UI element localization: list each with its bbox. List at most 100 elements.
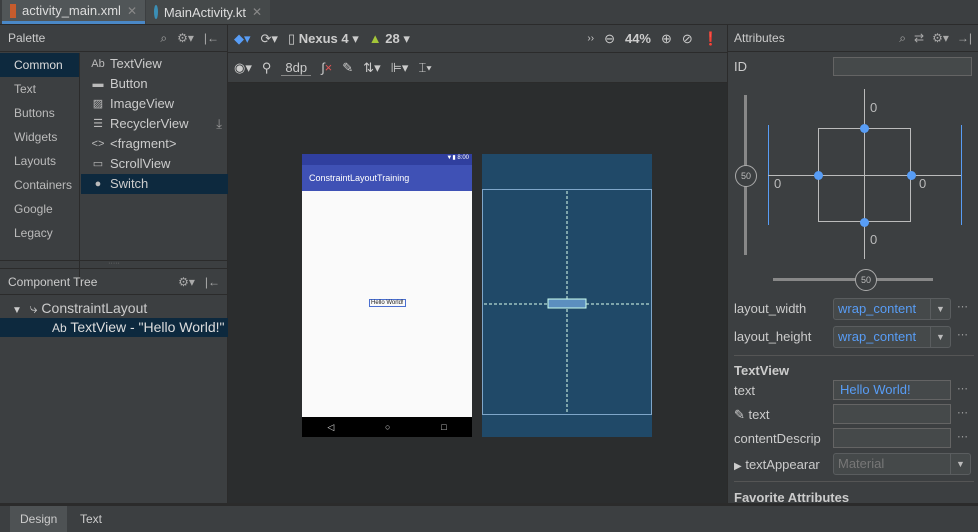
palette-item-scrollview[interactable]: ▭ ScrollView [81,154,228,174]
orientation-icon[interactable]: ⟳▾ [261,31,278,47]
content-description-label: contentDescrip [734,431,821,446]
item-label: ImageView [110,96,175,111]
blueprint-preview [482,154,652,437]
palette-categories: Common Text Buttons Widgets Layouts Cont… [0,53,80,287]
bottom-constraint-handle[interactable] [860,218,869,227]
infer-constraints-icon[interactable]: ✎ [342,60,353,76]
clear-constraints-icon[interactable]: ∫× [321,60,332,75]
search-icon[interactable]: ⌕ [899,31,906,46]
palette-header: Palette ⌕ ⚙▾ |← [0,25,227,52]
top-constraint-handle[interactable] [860,124,869,133]
layout-width-select[interactable]: wrap_content ▼ [833,298,951,320]
more-icon[interactable]: ⋯ [957,430,968,443]
swap-icon[interactable]: ⇄ [914,31,924,46]
nav-bar: ◁ ○ □ [302,417,472,437]
default-margin[interactable]: 8dp [281,60,312,76]
text-input[interactable]: Hello World! [833,380,951,400]
category-layouts[interactable]: Layouts [0,149,79,173]
hide-icon[interactable]: →| [957,31,972,46]
tree-node-label: ConstraintLayout [41,300,148,316]
gear-icon[interactable]: ⚙▾ [932,31,949,46]
layout-height-select[interactable]: wrap_content ▼ [833,326,951,348]
right-constraint-handle[interactable] [907,171,916,180]
category-containers[interactable]: Containers [0,173,79,197]
item-label: <fragment> [110,136,177,151]
phone-preview: ▼▮ 8:00 ConstraintLayoutTraining Hello W… [302,154,472,437]
text-appearance-select[interactable]: Material ▼ [833,453,971,475]
guidelines-icon[interactable]: ⌶▾ [418,60,431,76]
layers-icon[interactable]: ◆▾ [234,31,251,47]
zoom-out-icon[interactable]: ⊖ [604,31,615,47]
more-icon[interactable]: ⋯ [957,406,968,419]
collapse-icon[interactable]: |← [204,31,219,46]
horizontal-bias-handle[interactable]: 50 [855,269,877,291]
layout-height-label: layout_height [734,329,812,344]
margin-left[interactable]: 0 [774,176,781,191]
horizontal-bias-slider[interactable] [773,278,933,281]
category-legacy[interactable]: Legacy [0,221,79,245]
collapse-icon[interactable]: |← [205,275,220,289]
button-icon: ▬ [92,78,104,90]
align-icon[interactable]: ⊫▾ [391,60,409,76]
palette-item-textview[interactable]: Ab TextView [81,54,228,74]
palette-item-imageview[interactable]: ▨ ImageView [81,94,228,114]
expand-arrow-icon[interactable]: ▶ [734,461,742,472]
palette-item-button[interactable]: ▬ Button [81,74,228,94]
image-icon: ▨ [92,98,104,110]
margin-right[interactable]: 0 [919,176,926,191]
download-icon[interactable]: ⤓ [216,114,222,134]
category-text[interactable]: Text [0,77,79,101]
zoom-level: 44% [624,31,651,46]
category-buttons[interactable]: Buttons [0,101,79,125]
tools-text-input[interactable] [833,404,951,424]
zoom-in-icon[interactable]: ⊕ [661,31,672,47]
splitter-handle[interactable]: ····· [0,260,228,268]
api-selector[interactable]: ▲ 28 ▾ [369,31,410,47]
margin-top[interactable]: 0 [870,100,877,115]
margin-bottom[interactable]: 0 [870,232,877,247]
close-icon[interactable]: ✕ [252,5,262,19]
palette-item-recyclerview[interactable]: ☰ RecyclerView ⤓ [81,114,228,134]
textview-icon: Ab [91,58,105,70]
list-icon: ☰ [93,118,103,130]
more-icon[interactable]: ⋯ [957,382,968,395]
tab-activity-main-xml[interactable]: activity_main.xml ✕ [2,0,145,24]
vertical-bias-handle[interactable]: 50 [735,165,757,187]
autoconnect-icon[interactable]: ⚲ [262,60,272,76]
eye-icon[interactable]: ◉▾ [234,60,252,76]
palette-item-fragment[interactable]: <> <fragment> [81,134,228,154]
device-selector[interactable]: ▯ Nexus 4 ▾ [288,31,359,47]
tab-text[interactable]: Text [70,506,112,532]
tree-node-textview[interactable]: Ab TextView - "Hello World!" [0,318,228,337]
expand-arrow-icon[interactable]: ▼ [12,305,22,316]
warning-icon[interactable]: ❗ [703,31,719,47]
gear-icon[interactable]: ⚙▾ [177,31,194,46]
tree-node-constraintlayout[interactable]: ▼ ⤷ ConstraintLayout [0,299,228,318]
app-bar-title: ConstraintLayoutTraining [302,165,472,191]
tab-design[interactable]: Design [10,506,68,532]
design-toolbar: ◆▾ ⟳▾ ▯ Nexus 4 ▾ ▲ 28 ▾ ›› ⊖ 44% ⊕ ⊘ ❗ [228,25,727,53]
content-description-input[interactable] [833,428,951,448]
component-tree-title: Component Tree [8,274,98,289]
divider [734,481,974,482]
zoom-fit-icon[interactable]: ⊘ [682,31,693,47]
palette-item-switch[interactable]: ● Switch [81,174,228,194]
more-icon[interactable]: ⋯ [957,300,968,313]
pack-icon[interactable]: ⇅▾ [363,60,380,76]
close-icon[interactable]: ✕ [127,4,137,18]
status-bar: ▼▮ 8:00 [302,154,472,165]
gear-icon[interactable]: ⚙▾ [178,275,195,289]
api-label: 28 [385,30,400,46]
id-input[interactable] [833,57,972,76]
category-google[interactable]: Google [0,197,79,221]
hello-world-textview[interactable]: Hello World! [369,299,406,307]
category-widgets[interactable]: Widgets [0,125,79,149]
more-icon[interactable]: ⋯ [957,328,968,341]
left-constraint-handle[interactable] [814,171,823,180]
chevron-down-icon: ▼ [930,299,950,319]
category-common[interactable]: Common [0,53,79,77]
overflow-icon[interactable]: ›› [587,33,594,44]
search-icon[interactable]: ⌕ [160,31,167,46]
android-icon: ▲ [368,30,382,46]
tab-mainactivity-kt[interactable]: MainActivity.kt ✕ [146,0,270,24]
